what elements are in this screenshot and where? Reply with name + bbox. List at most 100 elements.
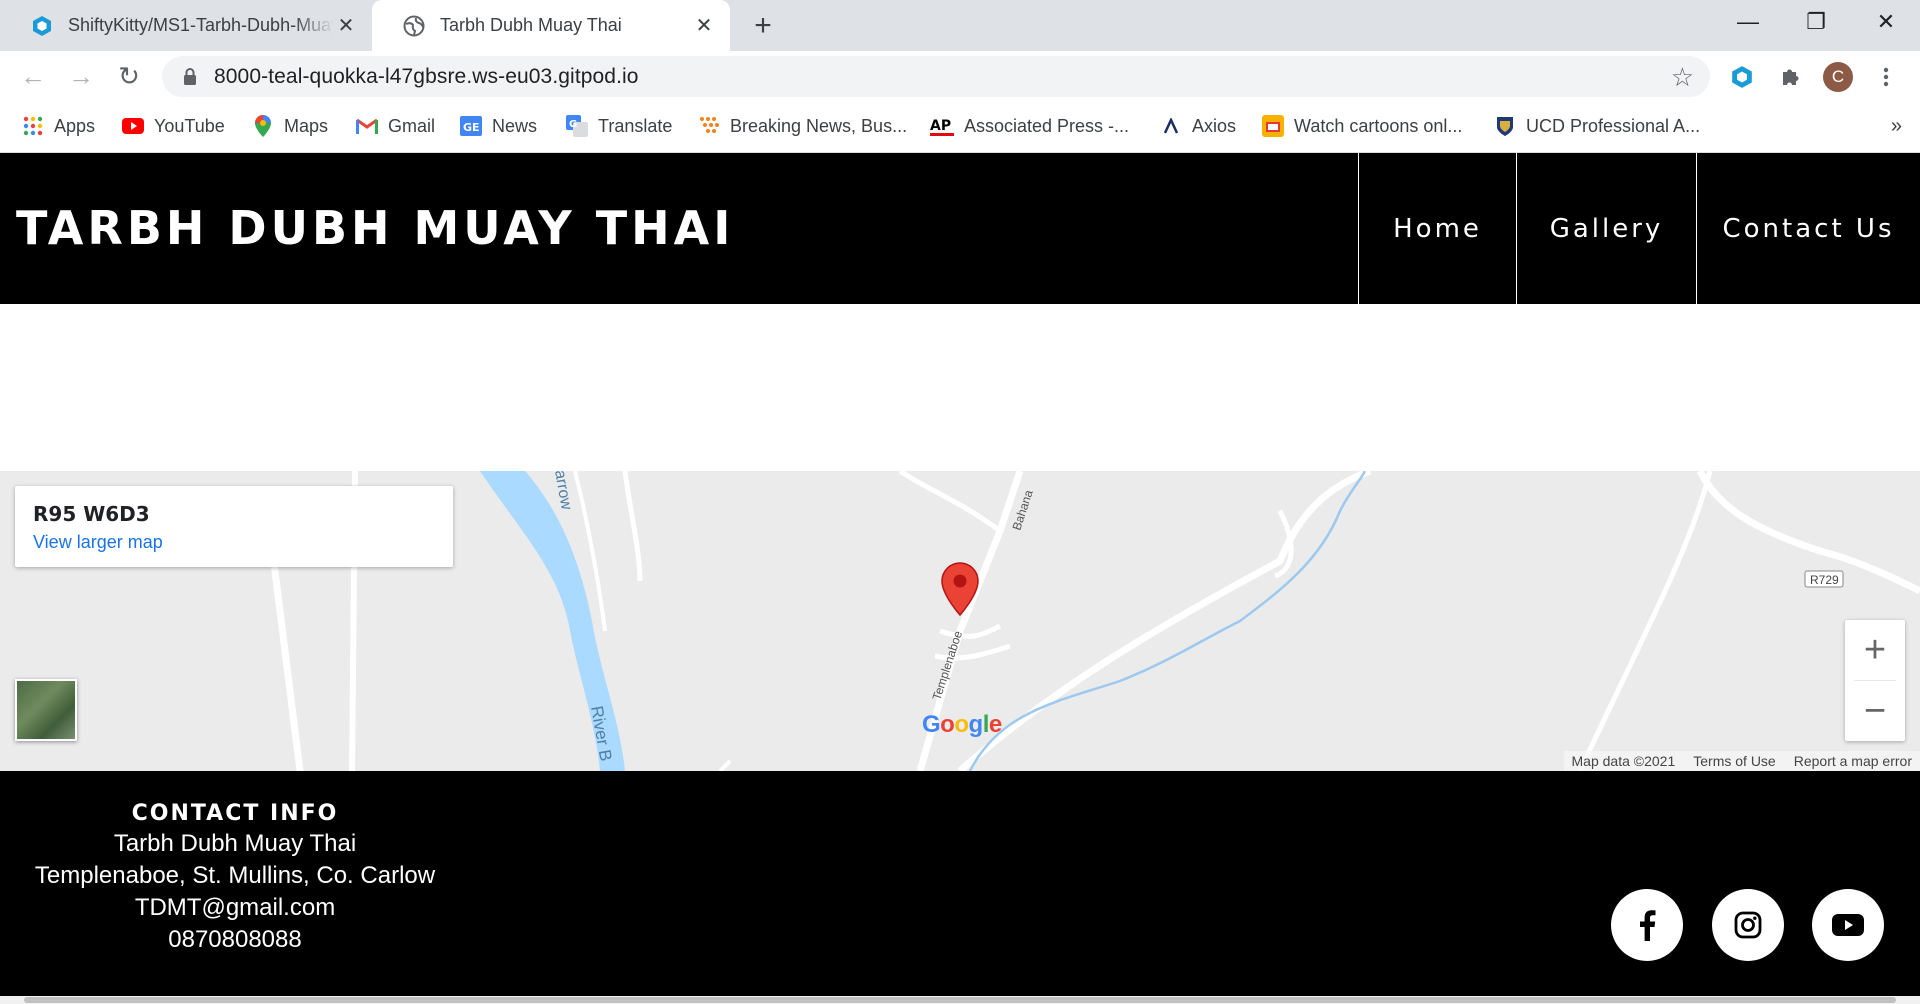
- forward-button[interactable]: →: [62, 57, 100, 95]
- tab-title: Tarbh Dubh Muay Thai: [440, 15, 622, 35]
- tab-close-icon[interactable]: ✕: [334, 14, 358, 38]
- maps-icon: [252, 115, 274, 137]
- contact-info: CONTACT INFO Tarbh Dubh Muay Thai Temple…: [0, 801, 470, 956]
- tab-tarbh-dubh[interactable]: Tarbh Dubh Muay Thai ✕: [372, 0, 730, 51]
- profile-initial: C: [1823, 62, 1853, 92]
- youtube-icon: [122, 115, 144, 137]
- maximize-icon[interactable]: ❐: [1786, 0, 1846, 44]
- map-zoom-control: + −: [1845, 620, 1905, 741]
- ap-icon: AP: [930, 115, 954, 137]
- site-logo[interactable]: TARBH DUBH MUAY THAI: [16, 201, 734, 255]
- tab-title: ShiftyKitty/MS1-Tarbh-Dubh-Muay-Thai: [68, 15, 334, 35]
- minimize-icon[interactable]: —: [1718, 0, 1778, 44]
- bookmark-axios[interactable]: Axios: [1160, 113, 1236, 139]
- report-map-error-link[interactable]: Report a map error: [1794, 753, 1912, 769]
- apps-grid-icon: [22, 115, 44, 137]
- site-header: TARBH DUBH MUAY THAI Home Gallery Contac…: [0, 153, 1920, 304]
- horizontal-scrollbar[interactable]: [0, 996, 1920, 1004]
- svg-text:GE: GE: [463, 121, 480, 134]
- bookmark-label: YouTube: [154, 115, 225, 136]
- tab-strip: ShiftyKitty/MS1-Tarbh-Dubh-Muay-Thai ✕ T…: [0, 0, 1920, 51]
- bookmark-label: Watch cartoons onl...: [1294, 115, 1463, 136]
- google-logo: Google: [922, 711, 1002, 738]
- satellite-toggle-button[interactable]: [15, 679, 77, 741]
- map-plus-code: R95 W6D3: [33, 502, 150, 526]
- facebook-icon[interactable]: [1611, 889, 1683, 961]
- breaking-news-icon: [698, 115, 720, 137]
- gitpod-icon: [30, 14, 54, 38]
- zoom-out-button[interactable]: −: [1845, 681, 1905, 741]
- bookmarks-bar: Apps YouTube Maps Gmail GE News G Transl…: [0, 101, 1920, 153]
- road-templenaboe-label: Templenaboe: [930, 629, 966, 702]
- bookmark-label: Apps: [54, 115, 96, 136]
- bookmark-youtube[interactable]: YouTube: [122, 113, 225, 139]
- gitpod-extension-icon[interactable]: [1726, 61, 1758, 93]
- contact-phone: 0870808088: [168, 926, 302, 953]
- youtube-social-icon[interactable]: [1812, 889, 1884, 961]
- bookmark-cartoons[interactable]: Watch cartoons onl...: [1262, 113, 1462, 139]
- instagram-icon[interactable]: [1712, 889, 1784, 961]
- globe-icon: [402, 14, 426, 38]
- bookmark-news[interactable]: GE News: [460, 113, 537, 139]
- window-close-icon[interactable]: ✕: [1856, 0, 1916, 44]
- news-icon: GE: [460, 115, 482, 137]
- contact-name: Tarbh Dubh Muay Thai: [113, 830, 357, 857]
- browser-toolbar: ← → ↻ 8000-teal-quokka-l47gbsre.ws-eu03.…: [0, 51, 1920, 101]
- profile-avatar-icon[interactable]: C: [1822, 61, 1854, 93]
- bookmark-label: Breaking News, Bus...: [730, 115, 908, 136]
- address-bar[interactable]: 8000-teal-quokka-l47gbsre.ws-eu03.gitpod…: [162, 56, 1710, 97]
- translate-icon: G: [566, 115, 588, 137]
- ucd-icon: [1494, 115, 1516, 137]
- bookmark-label: Gmail: [388, 115, 436, 136]
- svg-text:G: G: [569, 119, 577, 130]
- view-larger-map-link[interactable]: View larger map: [33, 532, 435, 553]
- map-marker-icon[interactable]: [940, 561, 980, 622]
- lock-icon[interactable]: [180, 67, 200, 87]
- road-r729-label: R729: [1810, 573, 1839, 587]
- new-tab-button[interactable]: +: [746, 9, 780, 43]
- nav-home[interactable]: Home: [1358, 153, 1516, 304]
- back-button[interactable]: ←: [14, 57, 52, 95]
- cartoons-icon: [1262, 115, 1284, 137]
- zoom-in-button[interactable]: +: [1845, 620, 1905, 680]
- bookmark-breaking-news[interactable]: Breaking News, Bus...: [698, 113, 907, 139]
- bookmark-apps[interactable]: Apps: [22, 113, 95, 139]
- bookmark-label: News: [492, 115, 538, 136]
- contact-heading: CONTACT INFO: [131, 801, 339, 826]
- bookmark-ap[interactable]: AP Associated Press -...: [930, 113, 1129, 139]
- reload-button[interactable]: ↻: [110, 57, 148, 95]
- map-info-card: R95 W6D3 View larger map: [15, 486, 453, 567]
- gmail-icon: [356, 115, 378, 137]
- tab-github[interactable]: ShiftyKitty/MS1-Tarbh-Dubh-Muay-Thai ✕: [0, 0, 372, 51]
- contact-address: Templenaboe, St. Mullins, Co. Carlow: [34, 862, 436, 889]
- web-page: TARBH DUBH MUAY THAI Home Gallery Contac…: [0, 153, 1920, 1004]
- nav-gallery[interactable]: Gallery: [1516, 153, 1696, 304]
- map-data-text: Map data ©2021: [1571, 753, 1676, 769]
- extensions-puzzle-icon[interactable]: [1774, 61, 1806, 93]
- menu-kebab-icon[interactable]: [1870, 61, 1902, 93]
- bookmark-label: Translate: [598, 115, 673, 136]
- axios-icon: [1160, 115, 1182, 137]
- embedded-map[interactable]: arrow River B Bahana Templenaboe R729 R9…: [0, 471, 1920, 771]
- nav-contact-us[interactable]: Contact Us: [1696, 153, 1920, 304]
- svg-text:AP: AP: [930, 118, 951, 134]
- site-footer: CONTACT INFO Tarbh Dubh Muay Thai Temple…: [0, 771, 1920, 1004]
- contact-email: TDMT@gmail.com: [134, 894, 336, 921]
- url-text[interactable]: 8000-teal-quokka-l47gbsre.ws-eu03.gitpod…: [214, 65, 639, 89]
- bookmark-maps[interactable]: Maps: [252, 113, 328, 139]
- scrollbar-thumb[interactable]: [24, 997, 1896, 1003]
- bookmarks-overflow-button[interactable]: »: [1891, 115, 1902, 138]
- terms-of-use-link[interactable]: Terms of Use: [1693, 753, 1775, 769]
- bookmark-gmail[interactable]: Gmail: [356, 113, 435, 139]
- river-top-label: arrow: [551, 471, 575, 512]
- bookmark-translate[interactable]: G Translate: [566, 113, 672, 139]
- bookmark-ucd[interactable]: UCD Professional A...: [1494, 113, 1700, 139]
- bookmark-label: UCD Professional A...: [1526, 115, 1701, 136]
- bookmark-star-icon[interactable]: ☆: [1671, 62, 1694, 93]
- tab-close-icon[interactable]: ✕: [692, 14, 716, 38]
- browser-window: ShiftyKitty/MS1-Tarbh-Dubh-Muay-Thai ✕ T…: [0, 0, 1920, 1004]
- map-attribution: Map data ©2021 Terms of Use Report a map…: [1563, 751, 1920, 771]
- bookmark-label: Axios: [1192, 115, 1237, 136]
- bookmark-label: Associated Press -...: [964, 115, 1130, 136]
- bookmark-label: Maps: [284, 115, 329, 136]
